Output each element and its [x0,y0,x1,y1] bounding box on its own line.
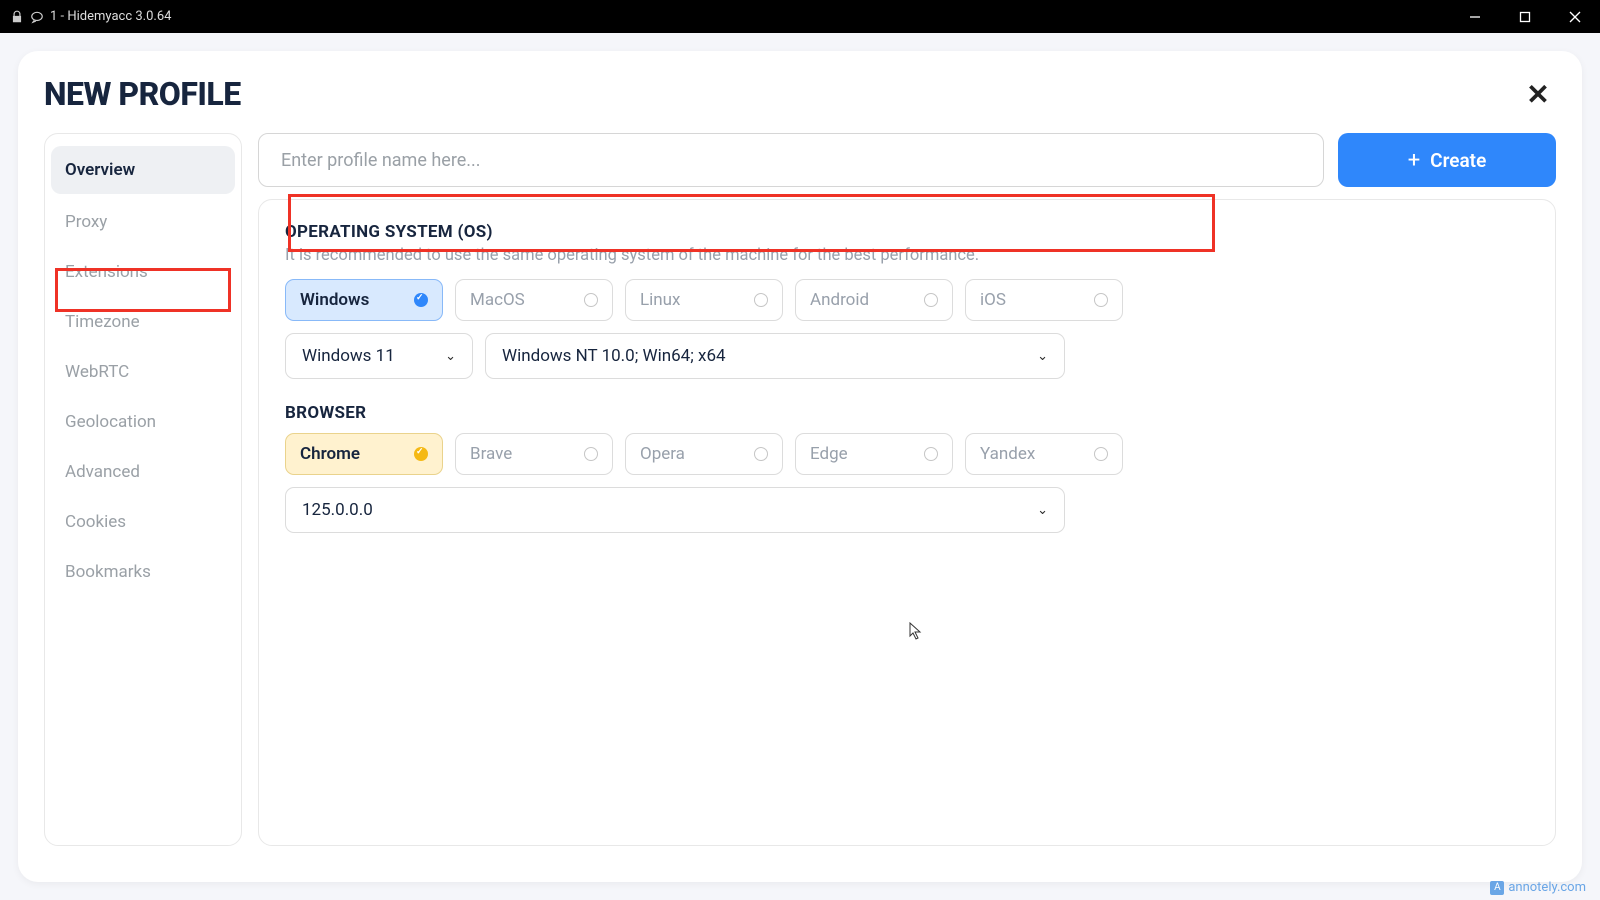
os-version-select[interactable]: Windows 11⌄ [285,333,473,379]
window-titlebar: 1 - Hidemyacc 3.0.64 [0,0,1600,33]
browser-version-select[interactable]: 125.0.0.0⌄ [285,487,1065,533]
browser-option-yandex[interactable]: Yandex [965,433,1123,475]
close-modal-button[interactable]: ✕ [1520,76,1556,112]
sidebar-item-geolocation[interactable]: Geolocation [45,398,241,446]
sidebar-item-extensions[interactable]: Extensions [45,248,241,296]
radio-icon [754,293,768,307]
create-button[interactable]: + Create [1338,133,1556,187]
radio-icon [1094,447,1108,461]
radio-icon [584,293,598,307]
browser-option-chrome[interactable]: Chrome [285,433,443,475]
os-section-title: OPERATING SYSTEM (OS) [285,222,1529,242]
watermark: A annotely.com [1490,880,1586,895]
radio-icon [584,447,598,461]
os-option-linux[interactable]: Linux [625,279,783,321]
maximize-button[interactable] [1500,0,1550,33]
create-button-label: Create [1430,149,1486,172]
sidebar-item-webrtc[interactable]: WebRTC [45,348,241,396]
chevron-down-icon: ⌄ [1037,503,1048,518]
check-icon [414,447,428,461]
titlebar-text: 1 - Hidemyacc 3.0.64 [50,9,171,24]
sidebar-item-timezone[interactable]: Timezone [45,298,241,346]
os-section-subtitle: It is recommended to use the same operat… [285,246,1529,265]
browser-section-title: BROWSER [285,403,1529,423]
chevron-down-icon: ⌄ [1037,349,1048,364]
cursor-icon [909,622,923,644]
chat-icon [30,10,44,24]
minimize-button[interactable] [1450,0,1500,33]
settings-sidebar: Overview Proxy Extensions Timezone WebRT… [44,133,242,846]
watermark-icon: A [1490,881,1504,895]
radio-icon [924,293,938,307]
plus-icon: + [1408,148,1420,173]
radio-icon [754,447,768,461]
chevron-down-icon: ⌄ [445,349,456,364]
sidebar-item-advanced[interactable]: Advanced [45,448,241,496]
check-icon [414,293,428,307]
sidebar-item-cookies[interactable]: Cookies [45,498,241,546]
lock-icon [10,10,24,24]
os-useragent-select[interactable]: Windows NT 10.0; Win64; x64⌄ [485,333,1065,379]
radio-icon [1094,293,1108,307]
radio-icon [924,447,938,461]
browser-option-brave[interactable]: Brave [455,433,613,475]
profile-name-input[interactable] [258,133,1324,187]
browser-option-edge[interactable]: Edge [795,433,953,475]
page-title: NEW PROFILE [44,75,241,113]
os-option-ios[interactable]: iOS [965,279,1123,321]
browser-option-opera[interactable]: Opera [625,433,783,475]
os-option-windows[interactable]: Windows [285,279,443,321]
close-window-button[interactable] [1550,0,1600,33]
sidebar-item-proxy[interactable]: Proxy [45,198,241,246]
os-option-android[interactable]: Android [795,279,953,321]
sidebar-item-overview[interactable]: Overview [51,146,235,194]
sidebar-item-bookmarks[interactable]: Bookmarks [45,548,241,596]
os-option-macos[interactable]: MacOS [455,279,613,321]
